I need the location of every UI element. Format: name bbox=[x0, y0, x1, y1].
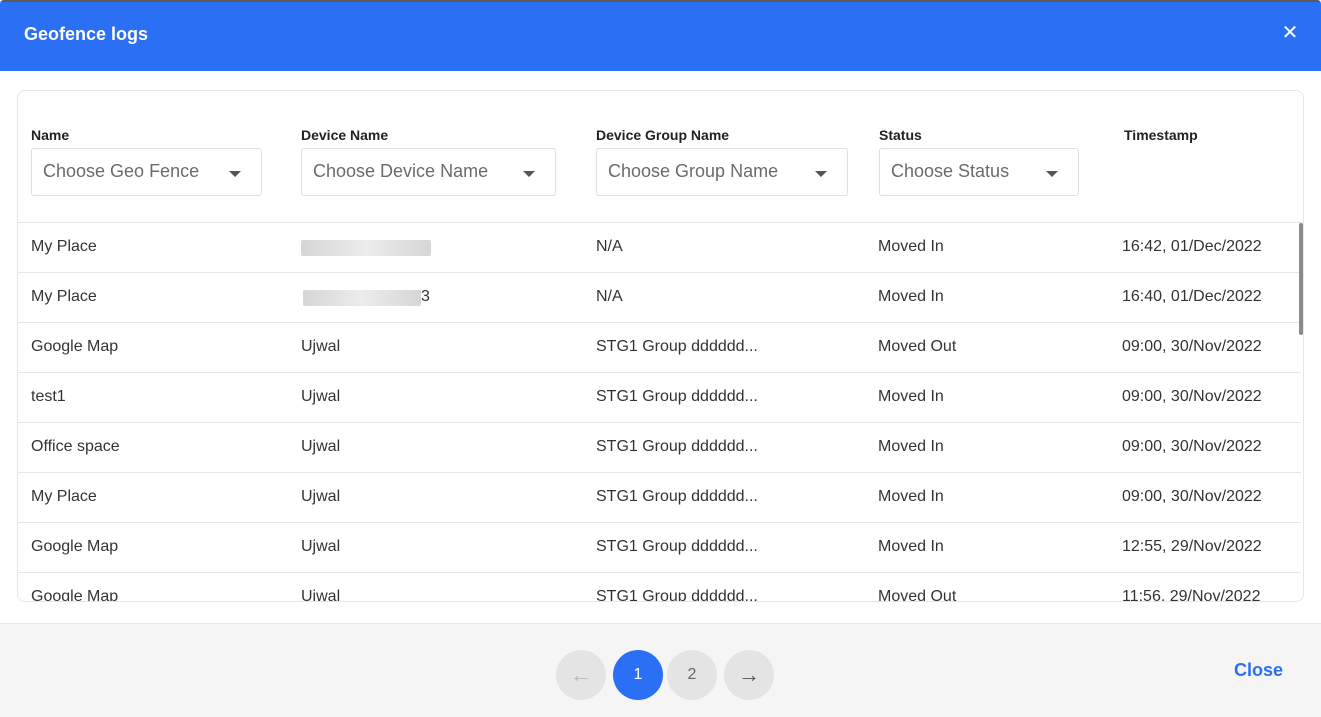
cell-name: Google Map bbox=[31, 338, 119, 355]
chevron-down-icon bbox=[229, 171, 241, 177]
logs-table-body: My Place N/A Moved In 16:42, 01/Dec/2022… bbox=[18, 223, 1301, 602]
cell-timestamp: 09:00, 30/Nov/2022 bbox=[1122, 388, 1262, 405]
cell-group: STG1 Group dddddd... bbox=[596, 588, 758, 602]
geofence-logs-modal: Geofence logs ✕ Name Choose Geo Fence De… bbox=[0, 0, 1321, 717]
cell-group: N/A bbox=[596, 238, 623, 255]
table-scrollbar[interactable] bbox=[1299, 223, 1303, 335]
cell-timestamp: 09:00, 30/Nov/2022 bbox=[1122, 438, 1262, 455]
close-icon[interactable]: ✕ bbox=[1279, 22, 1301, 44]
cell-timestamp: 16:42, 01/Dec/2022 bbox=[1122, 238, 1262, 255]
filter-label-device-name: Device Name bbox=[301, 127, 389, 143]
cell-group: N/A bbox=[596, 288, 623, 305]
cell-group: STG1 Group dddddd... bbox=[596, 538, 758, 555]
table-row: My Place N/A Moved In 16:42, 01/Dec/2022 bbox=[18, 223, 1301, 273]
cell-timestamp: 09:00, 30/Nov/2022 bbox=[1122, 488, 1262, 505]
modal-title: Geofence logs bbox=[24, 24, 149, 44]
page-button-1[interactable]: 1 bbox=[613, 650, 663, 700]
cell-status: Moved In bbox=[878, 388, 944, 405]
group-name-select[interactable]: Choose Group Name bbox=[596, 148, 848, 196]
cell-timestamp: 09:00, 30/Nov/2022 bbox=[1122, 338, 1262, 355]
filter-device-name: Device Name Choose Device Name bbox=[301, 126, 556, 196]
cell-status: Moved In bbox=[878, 238, 944, 255]
filter-timestamp: Timestamp bbox=[1124, 126, 1274, 146]
cell-device: Ujwal bbox=[301, 488, 341, 505]
group-name-select-placeholder: Choose Group Name bbox=[608, 161, 779, 181]
filter-label-name: Name bbox=[31, 127, 70, 143]
device-name-select-placeholder: Choose Device Name bbox=[313, 161, 489, 181]
cell-device: Ujwal bbox=[301, 538, 341, 555]
cell-name: test1 bbox=[31, 388, 66, 405]
cell-device: Ujwal bbox=[301, 338, 341, 355]
table-row: test1 Ujwal STG1 Group dddddd... Moved I… bbox=[18, 373, 1301, 423]
filter-group-name: Device Group Name Choose Group Name bbox=[596, 126, 848, 196]
chevron-down-icon bbox=[523, 171, 535, 177]
filter-status: Status Choose Status bbox=[879, 126, 1079, 196]
cell-device: Ujwal bbox=[301, 388, 341, 405]
cell-group: STG1 Group dddddd... bbox=[596, 438, 758, 455]
status-select-placeholder: Choose Status bbox=[891, 161, 1010, 181]
cell-name: Google Map bbox=[31, 588, 119, 602]
filter-label-group-name: Device Group Name bbox=[596, 127, 730, 143]
status-select[interactable]: Choose Status bbox=[879, 148, 1079, 196]
cell-status: Moved Out bbox=[878, 588, 957, 602]
modal-header: Geofence logs ✕ bbox=[0, 0, 1321, 71]
table-row: Google Map Ujwal STG1 Group dddddd... Mo… bbox=[18, 523, 1301, 573]
geo-fence-select-placeholder: Choose Geo Fence bbox=[43, 161, 200, 181]
table-row: Office space Ujwal STG1 Group dddddd... … bbox=[18, 423, 1301, 473]
cell-timestamp: 16:40, 01/Dec/2022 bbox=[1122, 288, 1262, 305]
page-button-2[interactable]: 2 bbox=[667, 650, 717, 700]
filter-label-status: Status bbox=[879, 127, 922, 143]
device-name-select[interactable]: Choose Device Name bbox=[301, 148, 556, 196]
table-row: Google Map Ujwal STG1 Group dddddd... Mo… bbox=[18, 323, 1301, 373]
cell-group: STG1 Group dddddd... bbox=[596, 488, 758, 505]
cell-name: Office space bbox=[31, 438, 120, 455]
filter-bar: Name Choose Geo Fence Device Name Choose… bbox=[18, 91, 1303, 223]
filter-label-timestamp: Timestamp bbox=[1124, 127, 1198, 143]
cell-status: Moved In bbox=[878, 288, 944, 305]
cell-name: My Place bbox=[31, 488, 97, 505]
cell-device: Ujwal bbox=[301, 438, 341, 455]
redacted-value bbox=[301, 240, 431, 256]
cell-timestamp: 12:55, 29/Nov/2022 bbox=[1122, 538, 1262, 555]
cell-device: Ujwal bbox=[301, 588, 341, 602]
cell-group: STG1 Group dddddd... bbox=[596, 388, 758, 405]
modal-footer: ← 1 2 → Close bbox=[0, 623, 1321, 717]
next-page-button[interactable]: → bbox=[724, 650, 774, 700]
cell-name: My Place bbox=[31, 238, 97, 255]
cell-status: Moved In bbox=[878, 488, 944, 505]
arrow-right-icon: → bbox=[738, 662, 760, 687]
logs-card: Name Choose Geo Fence Device Name Choose… bbox=[17, 90, 1304, 602]
arrow-left-icon: ← bbox=[570, 662, 592, 687]
table-row: My Place Ujwal STG1 Group dddddd... Move… bbox=[18, 473, 1301, 523]
geo-fence-select[interactable]: Choose Geo Fence bbox=[31, 148, 262, 196]
table-row: Google Map Ujwal STG1 Group dddddd... Mo… bbox=[18, 573, 1301, 602]
cell-device: 3 bbox=[301, 288, 430, 306]
cell-group: STG1 Group dddddd... bbox=[596, 338, 758, 355]
cell-name: My Place bbox=[31, 288, 97, 305]
close-button[interactable]: Close bbox=[1234, 660, 1283, 681]
cell-status: Moved In bbox=[878, 438, 944, 455]
cell-name: Google Map bbox=[31, 538, 119, 555]
prev-page-button[interactable]: ← bbox=[556, 650, 606, 700]
chevron-down-icon bbox=[1046, 171, 1058, 177]
cell-status: Moved Out bbox=[878, 338, 957, 355]
filter-name: Name Choose Geo Fence bbox=[31, 126, 262, 196]
redacted-value bbox=[303, 290, 421, 306]
table-row: My Place 3 N/A Moved In 16:40, 01/Dec/20… bbox=[18, 273, 1301, 323]
cell-timestamp: 11:56, 29/Nov/2022 bbox=[1122, 588, 1261, 602]
cell-status: Moved In bbox=[878, 538, 944, 555]
chevron-down-icon bbox=[815, 171, 827, 177]
